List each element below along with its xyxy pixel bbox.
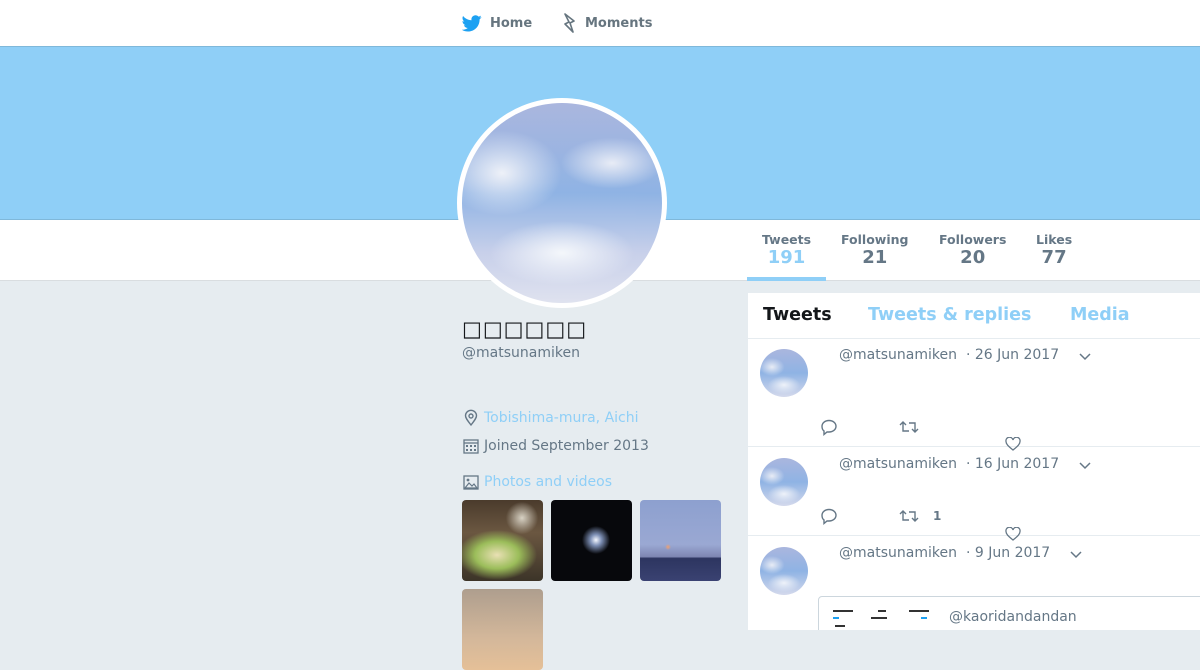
tweet-menu[interactable] xyxy=(1069,546,1083,565)
stat-followers[interactable]: Followers 20 xyxy=(939,232,1006,268)
location-pin-icon xyxy=(464,409,478,427)
tab-tweets[interactable]: Tweets xyxy=(763,305,832,325)
quoted-tweet-handle[interactable]: @kaoridandandan xyxy=(949,609,1077,625)
stat-tweets-label: Tweets xyxy=(762,232,812,247)
reply-icon xyxy=(821,508,837,525)
tweet-date[interactable]: · 26 Jun 2017 xyxy=(966,347,1059,363)
chevron-down-icon xyxy=(1079,353,1091,361)
stat-following[interactable]: Following 21 xyxy=(841,232,908,268)
tweet-menu[interactable] xyxy=(1078,348,1092,367)
tweet-handle[interactable]: @matsunamiken xyxy=(839,545,957,561)
timeline-tabs: Tweets Tweets & replies Media xyxy=(748,293,1200,339)
retweet-count: 1 xyxy=(933,509,942,523)
stat-likes-label: Likes xyxy=(1036,232,1073,247)
stat-tweets[interactable]: Tweets 191 xyxy=(762,232,811,268)
profile-joined-label: Joined September 2013 xyxy=(484,438,649,454)
reply-button[interactable] xyxy=(820,418,838,436)
tweet-date[interactable]: · 16 Jun 2017 xyxy=(966,456,1059,472)
stat-following-value: 21 xyxy=(862,247,888,268)
top-nav: Home Moments xyxy=(0,0,1200,46)
photo-thumbnail[interactable] xyxy=(462,500,543,581)
stat-followers-value: 20 xyxy=(960,247,986,268)
stat-likes[interactable]: Likes 77 xyxy=(1036,232,1072,268)
stat-likes-value: 77 xyxy=(1041,247,1067,268)
photo-thumbnail[interactable] xyxy=(640,500,721,581)
nav-home-label: Home xyxy=(490,15,533,31)
twitter-bird-icon xyxy=(462,14,482,31)
tweet-menu[interactable] xyxy=(1078,457,1092,476)
photos-videos-label: Photos and videos xyxy=(484,474,613,490)
nav-moments[interactable]: Moments xyxy=(563,0,652,46)
profile-joined: Joined September 2013 xyxy=(462,437,649,455)
tweet-avatar[interactable] xyxy=(760,547,808,595)
tweet[interactable]: @matsunamiken · 26 Jun 2017 xyxy=(748,338,1200,451)
tweet-date[interactable]: · 9 Jun 2017 xyxy=(966,545,1050,561)
profile-location-label: Tobishima-mura, Aichi xyxy=(484,410,639,426)
image-icon xyxy=(463,475,479,490)
profile-location[interactable]: Tobishima-mura, Aichi xyxy=(462,409,639,427)
reply-icon xyxy=(821,419,837,436)
stat-following-label: Following xyxy=(841,232,909,247)
profile-name: □□□□□□ xyxy=(462,317,588,341)
tab-tweets-and-replies[interactable]: Tweets & replies xyxy=(868,305,1031,325)
chevron-down-icon xyxy=(1070,551,1082,559)
chevron-down-icon xyxy=(1079,462,1091,470)
tweet[interactable]: @matsunamiken · 16 Jun 2017 1 xyxy=(748,446,1200,541)
profile-avatar[interactable] xyxy=(457,98,667,308)
calendar-icon xyxy=(463,439,479,454)
tab-media[interactable]: Media xyxy=(1070,305,1130,325)
reply-button[interactable] xyxy=(820,507,838,525)
photo-thumbnail[interactable] xyxy=(551,500,632,581)
photos-videos-link[interactable]: Photos and videos xyxy=(462,473,612,491)
profile-avatar-image xyxy=(462,103,662,303)
retweet-button[interactable]: 1 xyxy=(899,507,941,525)
screenshot-thumbnail-icon xyxy=(831,607,931,630)
timeline: Tweets Tweets & replies Media @matsunami… xyxy=(748,293,1200,630)
quoted-tweet-image xyxy=(831,607,931,630)
nav-home[interactable]: Home xyxy=(462,0,532,46)
tweet-handle[interactable]: @matsunamiken xyxy=(839,456,957,472)
retweet-icon xyxy=(899,510,919,522)
lightning-icon xyxy=(564,13,575,33)
tweet-avatar[interactable] xyxy=(760,458,808,506)
quoted-tweet[interactable]: @kaoridandandan xyxy=(818,596,1200,630)
nav-moments-label: Moments xyxy=(585,15,653,31)
tweet-handle[interactable]: @matsunamiken xyxy=(839,347,957,363)
stat-active-indicator xyxy=(747,277,826,281)
profile-handle[interactable]: @matsunamiken xyxy=(462,345,580,361)
retweet-button[interactable] xyxy=(899,418,933,436)
stat-followers-label: Followers xyxy=(939,232,1007,247)
retweet-icon xyxy=(899,421,919,433)
stat-tweets-value: 191 xyxy=(767,247,806,268)
tweet-avatar[interactable] xyxy=(760,349,808,397)
